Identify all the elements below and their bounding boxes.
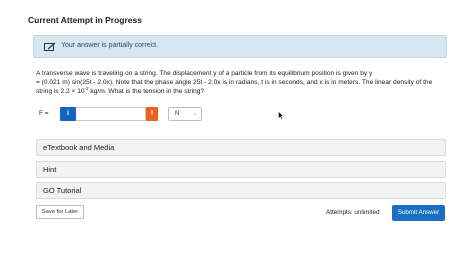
info-icon[interactable]: i bbox=[60, 107, 76, 121]
question-line-3: string is 2.2 × 10-2 kg/m. What is the t… bbox=[36, 86, 205, 95]
question-line-1: A transverse wave is traveling on a stri… bbox=[36, 70, 373, 77]
submit-answer-button[interactable]: Submit Answer bbox=[392, 205, 445, 221]
panel-label: Hint bbox=[43, 165, 57, 174]
mouse-cursor-icon bbox=[278, 111, 284, 120]
unit-select[interactable]: N ⌄ bbox=[168, 107, 202, 121]
hint-panel[interactable]: Hint bbox=[36, 161, 446, 178]
answer-input[interactable] bbox=[76, 107, 146, 121]
attempts-text: Attempts: unlimited bbox=[326, 209, 380, 216]
go-tutorial-panel[interactable]: GO Tutorial bbox=[36, 182, 446, 199]
unit-value: N bbox=[175, 111, 180, 117]
answer-label: F = bbox=[39, 110, 49, 117]
question-text: A transverse wave is traveling on a stri… bbox=[36, 69, 448, 96]
banner-text: Your answer is partially correct. bbox=[61, 42, 159, 49]
panel-label: eTextbook and Media bbox=[43, 143, 115, 152]
question-line-2: = (0.021 m) sin(25t - 2.0x). Note that t… bbox=[36, 79, 433, 86]
feedback-banner: Your answer is partially correct. bbox=[33, 35, 447, 58]
pencil-note-icon bbox=[44, 42, 56, 51]
etextbook-panel[interactable]: eTextbook and Media bbox=[36, 139, 446, 156]
save-for-later-button[interactable]: Save for Later bbox=[36, 205, 84, 219]
answer-row: F = i ! N ⌄ bbox=[36, 105, 236, 123]
chevron-down-icon: ⌄ bbox=[192, 111, 197, 117]
panel-label: GO Tutorial bbox=[43, 186, 82, 195]
page-title: Current Attempt in Progress bbox=[28, 15, 142, 25]
warning-icon[interactable]: ! bbox=[146, 107, 158, 121]
